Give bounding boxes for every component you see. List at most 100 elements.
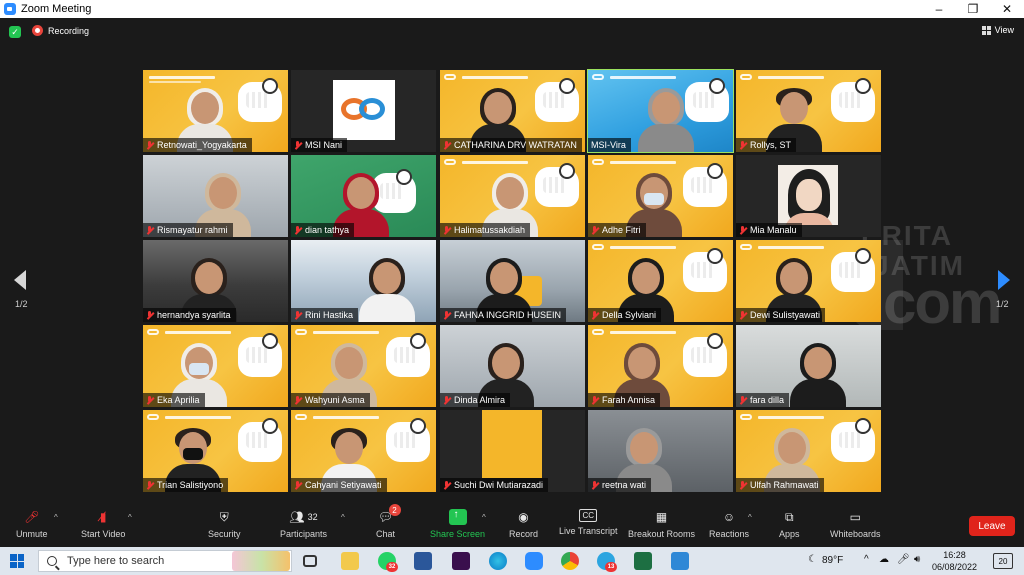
windows-start-icon[interactable] [10, 554, 24, 568]
mic-muted-icon [294, 140, 301, 150]
chat-button[interactable]: 💬︎ 2 Chat [376, 504, 401, 539]
participant-name: reetna wati [588, 478, 652, 492]
participant-tile[interactable]: Della Sylviani [588, 240, 733, 322]
photos-icon[interactable] [671, 552, 689, 570]
mic-muted-icon [146, 480, 153, 490]
profile-picture [778, 165, 838, 225]
participant-tile[interactable]: reetna wati [588, 410, 733, 492]
telegram-badge: 13 [605, 562, 617, 572]
edge-icon[interactable] [489, 552, 507, 570]
participants-options-caret-icon[interactable]: ^ [341, 513, 345, 522]
file-explorer-icon[interactable] [341, 552, 359, 570]
microphone-icon[interactable]: 🎤︎ [897, 554, 910, 565]
excel-icon[interactable] [634, 552, 652, 570]
participant-tile[interactable]: Halimatussakdiah [440, 155, 585, 237]
windows-taskbar: Type here to search 32 13 ☾ 89°F ^ ☁ 🎤︎ … [0, 547, 1024, 575]
weather-temperature[interactable]: 89°F [822, 555, 843, 566]
participant-tile[interactable]: Adhe Fitri [588, 155, 733, 237]
zoom-app-icon[interactable] [525, 552, 543, 570]
speaker-icon[interactable]: 🔊︎ [914, 554, 920, 565]
telegram-icon[interactable]: 13 [597, 552, 617, 572]
audio-options-caret-icon[interactable]: ^ [54, 513, 58, 522]
participant-tile[interactable]: Ulfah Rahmawati [736, 410, 881, 492]
closed-captions-icon: CC [579, 509, 598, 522]
participant-tile[interactable]: CATHARINA DRV WATRATAN [440, 70, 585, 152]
reactions-options-caret-icon[interactable]: ^ [748, 513, 752, 522]
apps-icon: ⧉ [784, 509, 794, 524]
participant-tile[interactable]: Eka Aprilia [143, 325, 288, 407]
participant-tile[interactable]: Rini Hastika [291, 240, 436, 322]
participant-tile[interactable]: Suchi Dwi Mutiarazadi [440, 410, 585, 492]
participant-name: Dewi Sulistyawati [736, 308, 826, 322]
whiteboards-button[interactable]: ▭ Whiteboards [830, 509, 881, 539]
share-options-caret-icon[interactable]: ^ [482, 513, 486, 522]
participant-tile[interactable]: FAHNA INGGRID HUSEIN [440, 240, 585, 322]
participant-tile[interactable]: Cahyani Setiyawati [291, 410, 436, 492]
task-view-icon[interactable] [303, 555, 317, 567]
security-button[interactable]: ⛨ Security [208, 509, 241, 540]
participant-name: Adhe Fitri [588, 223, 646, 237]
participant-name: FAHNA INGGRID HUSEIN [440, 308, 567, 322]
mic-muted-icon [443, 310, 450, 320]
participant-tile[interactable]: Mia Manalu [736, 155, 881, 237]
participant-name: Cahyani Setiyawati [291, 478, 387, 492]
minimize-button[interactable]: – [922, 0, 956, 18]
participant-tile[interactable]: dian tathya [291, 155, 436, 237]
chat-badge: 2 [388, 504, 401, 516]
mic-muted-icon: 🎤︎ [24, 510, 40, 524]
notifications-button[interactable]: 20 [993, 553, 1013, 569]
recording-indicator[interactable]: Recording [32, 25, 89, 36]
chrome-icon[interactable] [561, 552, 579, 570]
participant-tile[interactable]: Wahyuni Asma [291, 325, 436, 407]
whatsapp-icon[interactable]: 32 [378, 552, 398, 572]
participants-count: 32 [307, 512, 318, 522]
participant-tile[interactable]: Trian Salistiyono [143, 410, 288, 492]
close-button[interactable]: ✕ [990, 0, 1024, 18]
word-icon[interactable] [414, 552, 432, 570]
participant-tile[interactable]: Rismayatur rahmi [143, 155, 288, 237]
maximize-button[interactable]: ❐ [956, 0, 990, 18]
clock-date: 06/08/2022 [932, 562, 978, 572]
cloud-icon[interactable]: ☁ [879, 554, 889, 565]
participant-name: Trian Salistiyono [143, 478, 229, 492]
start-video-button[interactable]: ▮̸ Start Video [81, 509, 125, 539]
breakout-rooms-button[interactable]: ▦ Breakout Rooms [628, 509, 695, 539]
view-label: View [994, 25, 1014, 35]
video-options-caret-icon[interactable]: ^ [128, 513, 132, 522]
leave-button[interactable]: Leave [969, 516, 1015, 536]
whiteboards-label: Whiteboards [830, 529, 881, 539]
participants-button[interactable]: 👥︎ 32 Participants [280, 509, 327, 539]
share-screen-button[interactable]: Share Screen [430, 509, 485, 539]
watermark-line-3: com [883, 269, 1002, 336]
shield-check-icon[interactable]: ✓ [9, 26, 21, 38]
participant-name: dian tathya [291, 223, 355, 237]
participant-tile[interactable]: hernandya syarlita [143, 240, 288, 322]
record-button[interactable]: ◉ Record [509, 509, 538, 539]
search-icon [47, 556, 57, 566]
mic-muted-icon [294, 310, 301, 320]
previous-page-arrow-icon[interactable] [14, 270, 28, 290]
participant-tile[interactable]: fara dilla [736, 325, 881, 407]
system-clock[interactable]: 16:28 06/08/2022 [932, 549, 977, 573]
participant-tile-active-speaker[interactable]: MSI-Vira [587, 69, 734, 153]
reactions-button[interactable]: ☺ Reactions [709, 509, 749, 539]
participant-tile[interactable]: Rollys, ST [736, 70, 881, 152]
tray-chevron-icon[interactable]: ^ [864, 554, 869, 565]
mic-muted-icon [739, 395, 746, 405]
share-screen-icon [448, 509, 467, 525]
participant-tile[interactable]: Retnowati_Yogyakarta [143, 70, 288, 152]
participant-tile[interactable]: Farah Annisa [588, 325, 733, 407]
apps-button[interactable]: ⧉ Apps [779, 509, 800, 540]
participant-tile[interactable]: Dinda Almira [440, 325, 585, 407]
view-button[interactable]: View [981, 25, 1014, 35]
participant-tile[interactable]: Dewi Sulistyawati [736, 240, 881, 322]
participant-name: Della Sylviani [588, 308, 662, 322]
mic-muted-icon [294, 225, 301, 235]
premiere-icon[interactable] [452, 552, 470, 570]
unmute-button[interactable]: 🎤︎ Unmute [16, 509, 48, 539]
weather-moon-icon[interactable]: ☾ [808, 554, 817, 565]
share-screen-label: Share Screen [430, 529, 486, 539]
participant-name: Farah Annisa [588, 393, 661, 407]
participant-tile[interactable]: MSI Nani [291, 70, 436, 152]
live-transcript-button[interactable]: CC Live Transcript [559, 509, 618, 536]
